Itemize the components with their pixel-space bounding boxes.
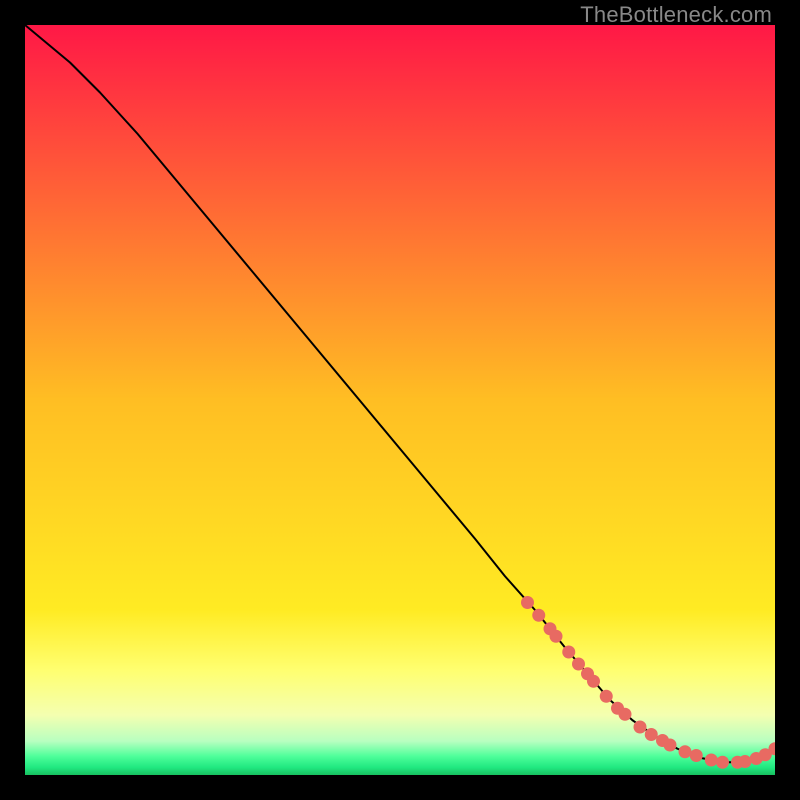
marker-dot bbox=[587, 675, 600, 688]
marker-dot bbox=[550, 630, 563, 643]
marker-dot bbox=[690, 749, 703, 762]
marker-dot bbox=[679, 745, 692, 758]
marker-dot bbox=[645, 728, 658, 741]
marker-dot bbox=[562, 646, 575, 659]
chart-plot bbox=[25, 25, 775, 775]
marker-dot bbox=[600, 690, 613, 703]
marker-dot bbox=[532, 609, 545, 622]
marker-dot bbox=[739, 755, 752, 768]
chart-svg bbox=[25, 25, 775, 775]
marker-dot bbox=[716, 756, 729, 769]
marker-dot bbox=[634, 721, 647, 734]
chart-background bbox=[25, 25, 775, 775]
marker-dot bbox=[521, 596, 534, 609]
marker-dot bbox=[664, 739, 677, 752]
marker-dot bbox=[619, 708, 632, 721]
marker-dot bbox=[705, 754, 718, 767]
chart-frame: TheBottleneck.com bbox=[0, 0, 800, 800]
marker-dot bbox=[572, 658, 585, 671]
